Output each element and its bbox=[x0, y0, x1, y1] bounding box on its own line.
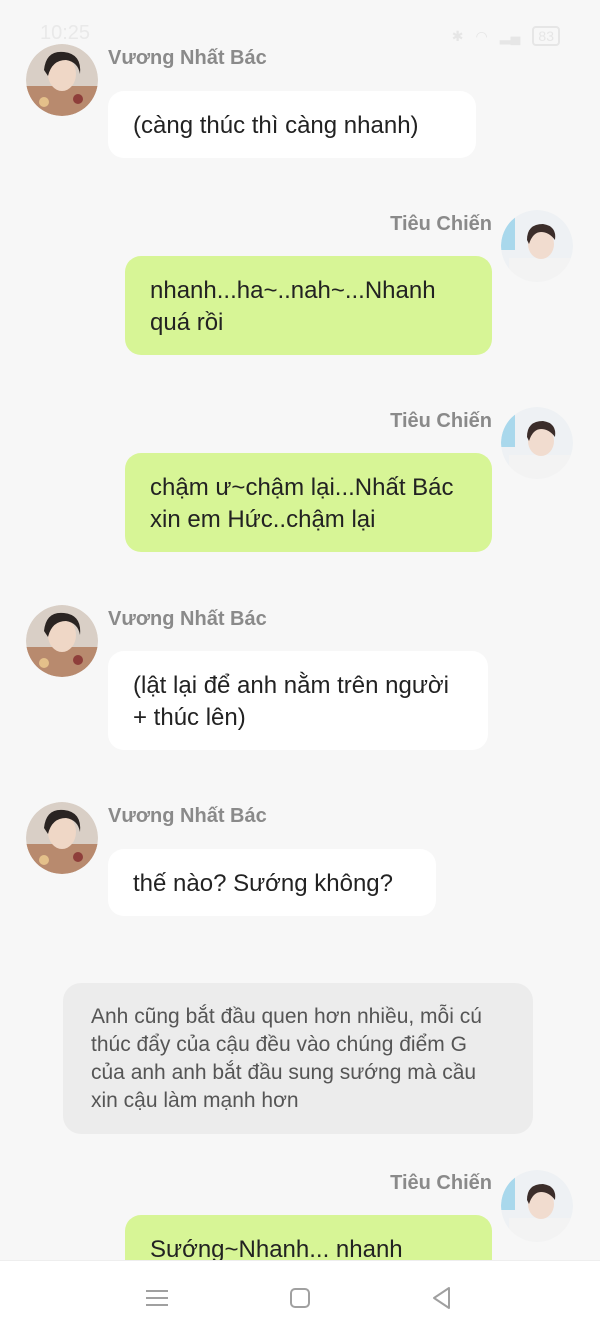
avatar-image bbox=[501, 210, 573, 282]
sender-name: Vương Nhất Bác bbox=[108, 805, 267, 827]
status-time: 10:25 bbox=[40, 22, 91, 44]
battery-level: 83 bbox=[538, 28, 554, 44]
wifi-icon: ◠ bbox=[475, 27, 488, 44]
avatar-image bbox=[26, 44, 98, 116]
bluetooth-icon: ✱ bbox=[451, 27, 464, 44]
signal-icon: ▂▄ bbox=[499, 27, 521, 44]
sender-name: Tiêu Chiến bbox=[390, 410, 492, 432]
sender-name: Vương Nhất Bác bbox=[108, 47, 267, 69]
sender-name: Vương Nhất Bác bbox=[108, 608, 267, 630]
avatar[interactable] bbox=[26, 605, 98, 677]
avatar-image bbox=[501, 1170, 573, 1242]
status-icons: ✱ ◠ ▂▄ 83 bbox=[452, 26, 560, 46]
avatar[interactable] bbox=[26, 44, 98, 116]
chat-bubble-right[interactable]: nhanh...ha~..nah~...Nhanh quá rồi bbox=[125, 256, 492, 355]
home-square-icon[interactable] bbox=[285, 1283, 315, 1313]
menu-icon[interactable] bbox=[142, 1283, 172, 1313]
avatar-image bbox=[26, 605, 98, 677]
chat-bubble-left[interactable]: (lật lại để anh nằm trên người + thúc lê… bbox=[108, 651, 488, 750]
battery-icon: 83 bbox=[532, 26, 560, 46]
navigation-bar bbox=[0, 1260, 600, 1334]
chat-bubble-left[interactable]: (càng thúc thì càng nhanh) bbox=[108, 91, 476, 158]
sender-name: Tiêu Chiến bbox=[390, 213, 492, 235]
narration-box: Anh cũng bắt đầu quen hơn nhiều, mỗi cú … bbox=[63, 983, 533, 1134]
chat-bubble-right[interactable]: chậm ư~chậm lại...Nhất Bác xin em Hức..c… bbox=[125, 453, 492, 552]
avatar[interactable] bbox=[501, 407, 573, 479]
avatar[interactable] bbox=[26, 802, 98, 874]
chat-bubble-left[interactable]: thế nào? Sướng không? bbox=[108, 849, 436, 916]
avatar[interactable] bbox=[501, 210, 573, 282]
avatar[interactable] bbox=[501, 1170, 573, 1242]
avatar-image bbox=[26, 802, 98, 874]
avatar-image bbox=[501, 407, 573, 479]
status-bar: 10:25 ✱ ◠ ▂▄ 83 bbox=[0, 0, 600, 60]
sender-name: Tiêu Chiến bbox=[390, 1172, 492, 1194]
back-triangle-icon[interactable] bbox=[427, 1283, 457, 1313]
